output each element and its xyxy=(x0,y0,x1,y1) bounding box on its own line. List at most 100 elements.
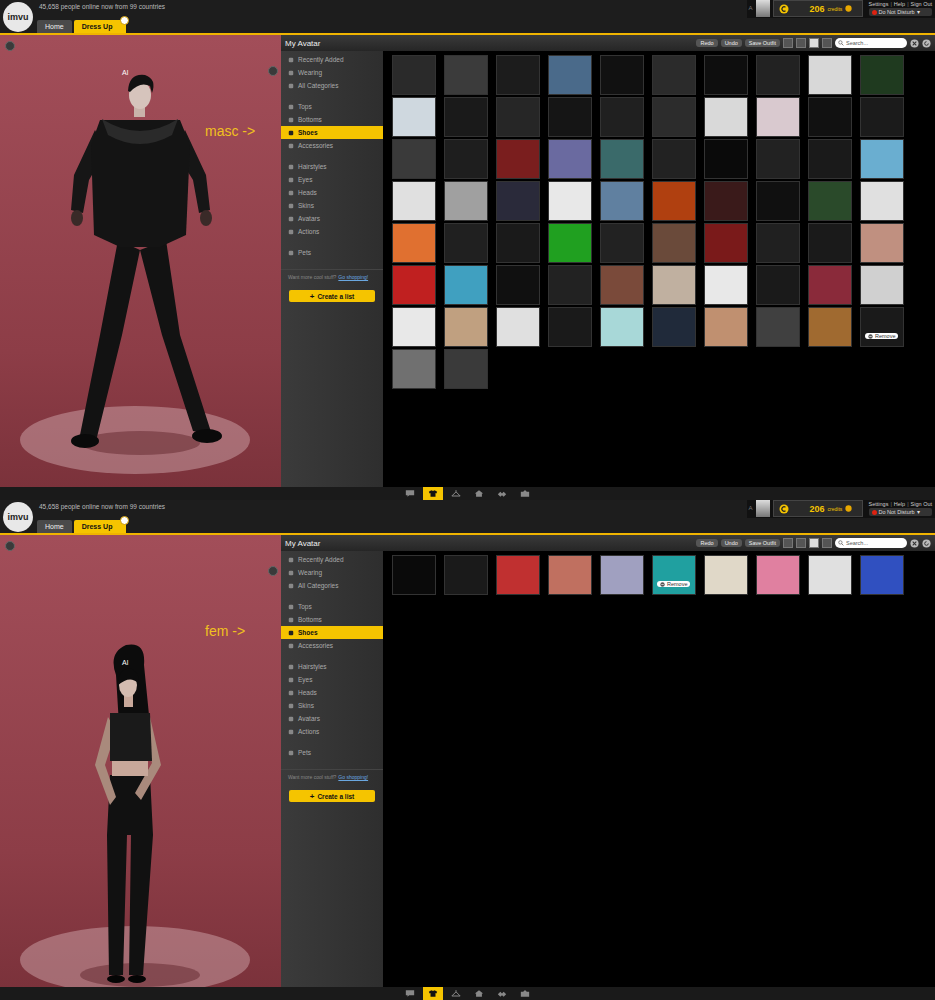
item-thumbnail[interactable] xyxy=(392,55,436,95)
item-thumbnail[interactable] xyxy=(392,307,436,347)
item-thumbnail[interactable] xyxy=(548,223,592,263)
sidebar-item[interactable]: Pets xyxy=(281,746,383,759)
sidebar-item[interactable]: Wearing xyxy=(281,66,383,79)
item-thumbnail[interactable] xyxy=(548,97,592,137)
status-dropdown[interactable]: Do Not Disturb▾ xyxy=(869,8,932,16)
tab[interactable]: Home xyxy=(37,20,72,33)
item-thumbnail[interactable] xyxy=(808,307,852,347)
item-thumbnail[interactable] xyxy=(496,97,540,137)
item-thumbnail[interactable] xyxy=(704,555,748,595)
view-size-icon[interactable] xyxy=(809,38,819,48)
item-thumbnail[interactable] xyxy=(860,97,904,137)
avatar-viewer[interactable]: Al xyxy=(0,35,281,487)
sidebar-item[interactable]: Skins xyxy=(281,199,383,212)
item-thumbnail[interactable] xyxy=(756,223,800,263)
item-thumbnail[interactable] xyxy=(444,307,488,347)
sidebar-item[interactable]: Avatars xyxy=(281,212,383,225)
item-thumbnail[interactable] xyxy=(548,181,592,221)
sidebar-item[interactable]: Pets xyxy=(281,246,383,259)
toolbar-button[interactable] xyxy=(446,487,466,500)
view-size-icon[interactable] xyxy=(822,538,832,548)
sidebar-item[interactable]: Recently Added xyxy=(281,53,383,66)
clear-icon[interactable] xyxy=(910,39,919,48)
item-thumbnail[interactable] xyxy=(600,265,644,305)
item-thumbnail[interactable] xyxy=(496,555,540,595)
toolbar-button[interactable] xyxy=(446,987,466,1000)
tab[interactable]: Home xyxy=(37,520,72,533)
item-thumbnail[interactable] xyxy=(392,555,436,595)
sidebar-item[interactable]: Shoes xyxy=(281,126,383,139)
view-size-icon[interactable] xyxy=(783,538,793,548)
sidebar-item[interactable]: Tops xyxy=(281,100,383,113)
create-list-button[interactable]: +Create a list xyxy=(289,290,375,302)
sidebar-item[interactable]: Hairstyles xyxy=(281,660,383,673)
avatar-figure[interactable] xyxy=(0,35,281,487)
account-link[interactable]: Help xyxy=(894,1,905,7)
item-thumbnail[interactable] xyxy=(392,223,436,263)
item-thumbnail[interactable] xyxy=(652,97,696,137)
account-link[interactable]: Settings xyxy=(869,1,889,7)
status-dropdown[interactable]: Do Not Disturb▾ xyxy=(869,508,932,516)
refresh-icon[interactable] xyxy=(922,539,931,548)
item-thumbnail[interactable] xyxy=(392,139,436,179)
header-button[interactable]: Undo xyxy=(721,39,742,47)
header-button[interactable]: Save Outfit xyxy=(745,539,780,547)
sidebar-item[interactable]: Actions xyxy=(281,725,383,738)
avatar-thumbnail[interactable] xyxy=(756,0,770,17)
item-thumbnail[interactable] xyxy=(860,555,904,595)
item-thumbnail[interactable] xyxy=(496,181,540,221)
item-thumbnail[interactable] xyxy=(704,307,748,347)
header-button[interactable]: Redo xyxy=(696,39,717,47)
view-size-icon[interactable] xyxy=(809,538,819,548)
item-thumbnail[interactable] xyxy=(496,307,540,347)
item-thumbnail[interactable] xyxy=(444,55,488,95)
view-size-icon[interactable] xyxy=(796,538,806,548)
sidebar-item[interactable]: Heads xyxy=(281,186,383,199)
imvu-logo[interactable]: imvu xyxy=(3,2,33,32)
item-thumbnail[interactable] xyxy=(600,223,644,263)
item-thumbnail[interactable] xyxy=(704,181,748,221)
item-thumbnail[interactable] xyxy=(704,223,748,263)
item-thumbnail[interactable] xyxy=(808,181,852,221)
item-thumbnail[interactable] xyxy=(860,55,904,95)
item-thumbnail[interactable] xyxy=(756,139,800,179)
item-thumbnail[interactable] xyxy=(444,97,488,137)
search-field[interactable]: Search... xyxy=(835,538,907,548)
item-thumbnail[interactable] xyxy=(496,223,540,263)
item-thumbnail[interactable] xyxy=(704,139,748,179)
sidebar-item[interactable]: Accessories xyxy=(281,639,383,652)
sidebar-item[interactable]: Shoes xyxy=(281,626,383,639)
sidebar-item[interactable]: All Categories xyxy=(281,79,383,92)
sidebar-item[interactable]: Bottoms xyxy=(281,613,383,626)
item-thumbnail[interactable] xyxy=(600,307,644,347)
credits-box[interactable]: 206credits xyxy=(773,500,863,517)
account-link[interactable]: Settings xyxy=(869,501,889,507)
item-thumbnail[interactable] xyxy=(808,555,852,595)
toolbar-button[interactable] xyxy=(515,487,535,500)
add-icon[interactable] xyxy=(268,66,278,76)
shopping-link[interactable]: Go shopping! xyxy=(338,274,368,280)
refresh-icon[interactable] xyxy=(922,39,931,48)
item-thumbnail[interactable] xyxy=(704,97,748,137)
view-size-icon[interactable] xyxy=(796,38,806,48)
sidebar-item[interactable]: Bottoms xyxy=(281,113,383,126)
toolbar-button[interactable] xyxy=(400,487,420,500)
item-thumbnail[interactable]: Remove xyxy=(860,307,904,347)
item-thumbnail[interactable] xyxy=(756,97,800,137)
item-thumbnail[interactable] xyxy=(860,181,904,221)
item-thumbnail[interactable] xyxy=(652,307,696,347)
item-thumbnail[interactable] xyxy=(704,265,748,305)
toolbar-button[interactable] xyxy=(469,487,489,500)
item-thumbnail[interactable] xyxy=(704,55,748,95)
item-thumbnail[interactable] xyxy=(444,139,488,179)
item-thumbnail[interactable] xyxy=(496,265,540,305)
item-thumbnail[interactable] xyxy=(444,349,488,389)
item-thumbnail[interactable] xyxy=(756,181,800,221)
item-thumbnail[interactable] xyxy=(860,265,904,305)
shopping-link[interactable]: Go shopping! xyxy=(338,774,368,780)
item-thumbnail[interactable] xyxy=(548,139,592,179)
remove-button[interactable]: Remove xyxy=(657,581,690,587)
item-thumbnail[interactable] xyxy=(860,223,904,263)
item-thumbnail[interactable] xyxy=(652,223,696,263)
item-thumbnail[interactable] xyxy=(808,223,852,263)
